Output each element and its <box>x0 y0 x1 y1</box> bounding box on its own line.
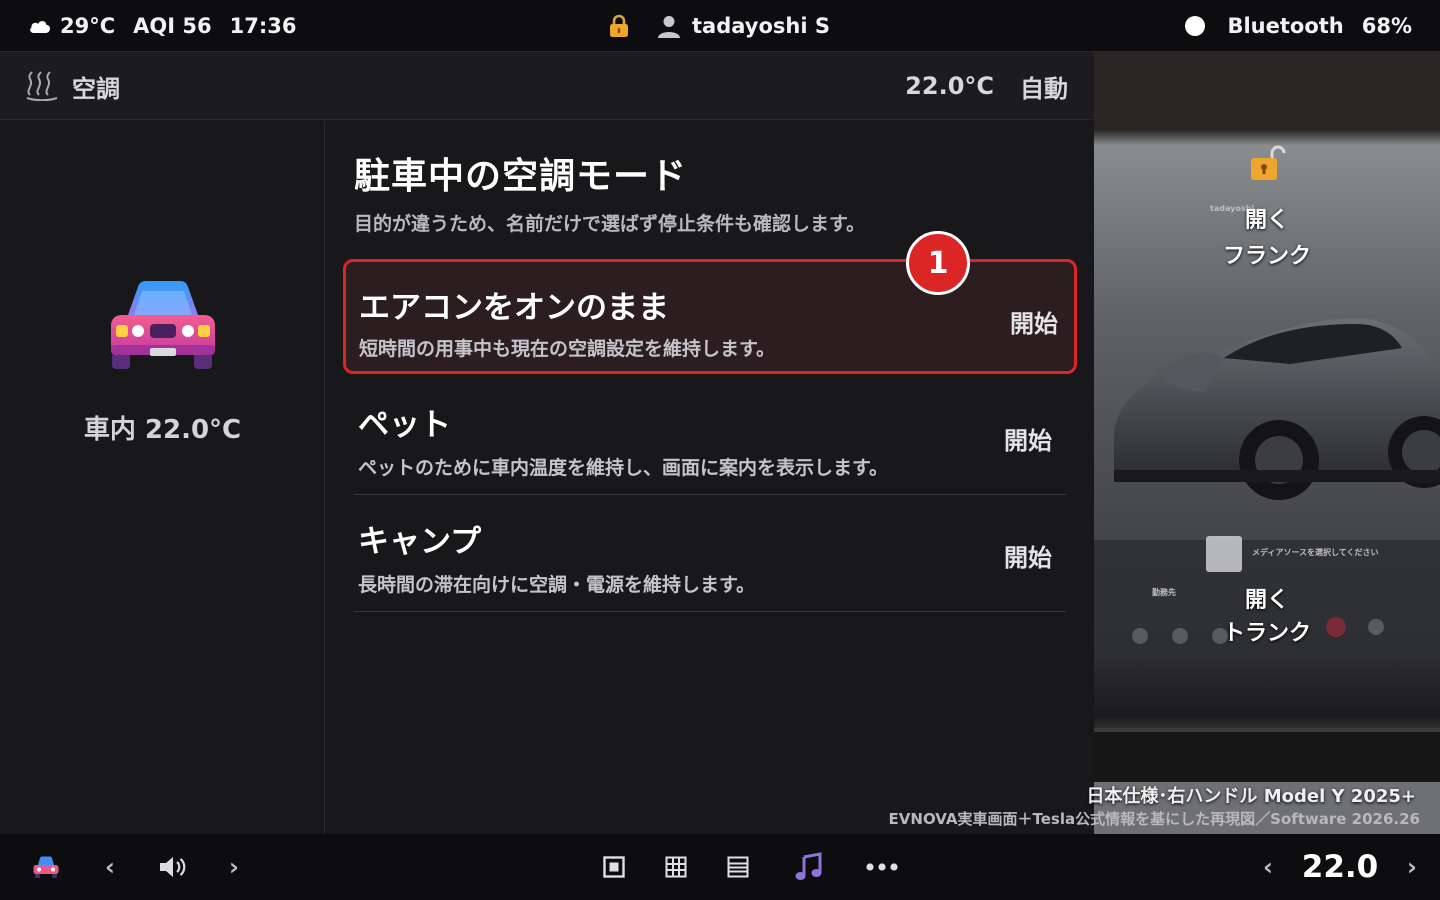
trunk-label: トランク <box>1222 621 1311 646</box>
mode-title: ペット <box>358 407 451 443</box>
photo-caption: 日本仕様･右ハンドル Model Y 2025+ <box>1086 786 1416 807</box>
unlocked-padlock-icon[interactable] <box>1248 144 1288 184</box>
trunk-open-button[interactable]: 開く <box>1094 582 1440 614</box>
weather-temp: 29°C <box>60 14 116 38</box>
photo-subcaption: EVNOVA実車画面＋Tesla公式情報を基にした再現図／Software 20… <box>888 810 1420 828</box>
set-temperature[interactable]: 22.0°C <box>905 72 994 100</box>
battery-level: 68% <box>1361 14 1412 38</box>
start-button[interactable]: 開始 <box>1004 538 1052 573</box>
step-badge: 1 <box>906 231 970 295</box>
main-panel: 駐車中の空調モード 目的が違うため、名前だけで選ばず停止条件も確認します。 エア… <box>326 121 1094 834</box>
volume-increase-button[interactable]: › <box>222 834 246 900</box>
climate-header: 空調 22.0°C 自動 <box>0 52 1094 120</box>
frunk-open-button[interactable]: 開く <box>1094 202 1440 234</box>
status-left: 29°C AQI 56 17:36 <box>28 0 296 52</box>
user-profile[interactable]: tadayoshi S <box>656 13 830 39</box>
cloud-icon <box>30 21 51 33</box>
reference-photo: tadayoshi メディアソースを選択してください 勤務先 開く フランク 開… <box>1094 52 1440 834</box>
speaker-icon <box>160 857 186 877</box>
bluetooth-label[interactable]: Bluetooth <box>1227 14 1343 38</box>
status-right: Bluetooth 68% <box>1185 0 1412 52</box>
dock-app-music[interactable] <box>790 834 826 900</box>
bottom-dock: ‹ › ‹ 22.0 › <box>0 834 1440 900</box>
dock-temperature[interactable]: 22.0 <box>1300 834 1380 900</box>
frame-icon <box>603 856 625 878</box>
mode-pet[interactable]: ペット ペットのために車内温度を維持し、画面に案内を表示します。 開始 <box>354 379 1066 495</box>
car-icon <box>33 856 59 878</box>
music-note-icon <box>795 852 822 880</box>
start-button[interactable]: 開始 <box>1010 304 1058 339</box>
mode-camp[interactable]: キャンプ 長時間の滞在向けに空調・電源を維持します。 開始 <box>354 496 1066 612</box>
frunk-label: フランク <box>1222 244 1311 269</box>
user-name: tadayoshi S <box>692 14 830 38</box>
page-title: 駐車中の空調モード <box>354 156 688 197</box>
temp-increase-button[interactable]: › <box>1400 834 1424 900</box>
volume-button[interactable] <box>152 834 194 900</box>
weather: 29°C <box>28 14 115 38</box>
dock-more-button[interactable] <box>862 834 902 900</box>
photo-media-text: メディアソースを選択してください <box>1252 548 1379 557</box>
status-center: tadayoshi S <box>608 0 830 52</box>
mode-title: エアコンをオンのまま <box>359 290 669 326</box>
dock-app-grid[interactable] <box>660 834 692 900</box>
climate-title-group: 空調 <box>26 52 120 120</box>
grid-icon <box>665 856 687 878</box>
dock-app-list[interactable] <box>722 834 754 900</box>
page-description: 目的が違うため、名前だけで選ばず停止条件も確認します。 <box>354 213 866 235</box>
climate-mode[interactable]: 自動 <box>1020 69 1068 104</box>
climate-title: 空調 <box>72 74 120 103</box>
mode-description: 短時間の用事中も現在の空調設定を維持します。 <box>359 338 776 360</box>
chevron-left-icon: ‹ <box>1263 853 1273 881</box>
chevron-left-icon: ‹ <box>105 853 115 881</box>
mode-title: キャンプ <box>358 524 482 560</box>
left-panel: 車内 22.0°C <box>0 121 325 834</box>
temp-decrease-button[interactable]: ‹ <box>1256 834 1280 900</box>
start-button[interactable]: 開始 <box>1004 421 1052 456</box>
climate-status-group: 22.0°C 自動 <box>905 52 1068 120</box>
car-front-icon <box>111 281 215 369</box>
user-icon <box>658 16 680 38</box>
chevron-right-icon: › <box>229 853 239 881</box>
status-bar: 29°C AQI 56 17:36 tadayoshi S Bluetooth … <box>0 0 1440 52</box>
dock-app-frame[interactable] <box>598 834 630 900</box>
aqi: AQI 56 <box>133 14 212 38</box>
mode-description: 長時間の滞在向けに空調・電源を維持します。 <box>358 574 756 596</box>
cabin-temperature: 車内 22.0°C <box>83 415 242 445</box>
chevron-right-icon: › <box>1407 853 1417 881</box>
clock: 17:36 <box>229 14 297 38</box>
more-dots-icon <box>866 863 898 871</box>
bluetooth-status-dot-icon <box>1185 16 1206 36</box>
heat-waves-icon <box>26 71 58 101</box>
lock-icon[interactable] <box>608 14 630 38</box>
list-icon <box>727 856 749 878</box>
car-dock-button[interactable] <box>22 834 70 900</box>
mode-description: ペットのために車内温度を維持し、画面に案内を表示します。 <box>358 457 889 479</box>
volume-decrease-button[interactable]: ‹ <box>98 834 122 900</box>
